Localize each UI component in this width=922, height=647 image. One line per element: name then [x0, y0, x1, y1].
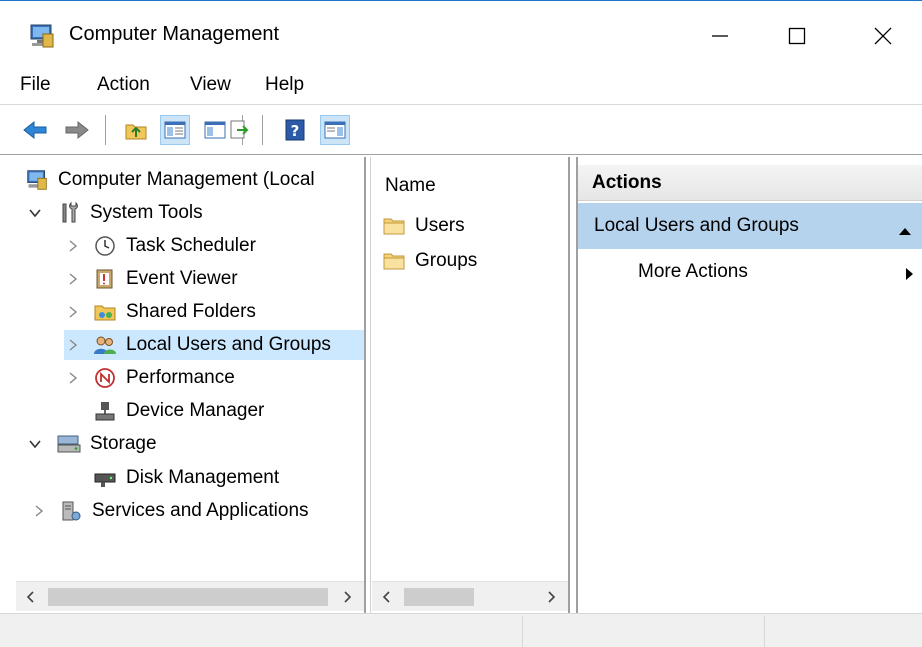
- tree-item-label: Computer Management (Local: [58, 169, 315, 190]
- menu-help[interactable]: Help: [265, 74, 304, 96]
- tree-root[interactable]: Computer Management (Local: [24, 165, 315, 195]
- minimize-button[interactable]: [697, 13, 743, 59]
- tree-item-label: Performance: [126, 367, 235, 388]
- up-folder-icon[interactable]: [121, 115, 151, 145]
- scroll-left-icon[interactable]: [372, 582, 400, 612]
- tree-item-performance[interactable]: Performance: [64, 363, 235, 393]
- scroll-thumb[interactable]: [404, 588, 474, 606]
- list-item-users[interactable]: Users: [383, 212, 465, 240]
- tree-horizontal-scrollbar[interactable]: [16, 581, 364, 611]
- tree-item-label: Shared Folders: [126, 301, 256, 322]
- tree-item-label: Event Viewer: [126, 268, 238, 289]
- folder-icon: [383, 251, 405, 271]
- users-icon: [92, 333, 118, 357]
- chevron-right-icon[interactable]: [64, 336, 82, 354]
- scroll-thumb[interactable]: [48, 588, 328, 606]
- collapse-triangle-icon[interactable]: [898, 220, 912, 242]
- result-list-pane[interactable]: Name Users Groups: [370, 157, 570, 613]
- chevron-right-icon[interactable]: [64, 270, 82, 288]
- tree-item-label: Device Manager: [126, 400, 265, 421]
- tree-item-label: Local Users and Groups: [126, 334, 331, 355]
- tree-item-label: Task Scheduler: [126, 235, 256, 256]
- show-hide-action-pane-icon[interactable]: [320, 115, 350, 145]
- tree-item-label: Storage: [90, 433, 157, 454]
- toolbar: ?: [0, 105, 922, 155]
- submenu-arrow-icon[interactable]: [904, 265, 914, 287]
- list-item-label: Groups: [415, 250, 478, 271]
- storage-icon: [56, 432, 82, 456]
- maximize-button[interactable]: [774, 13, 820, 59]
- performance-gauge-icon: [92, 366, 118, 390]
- computer-management-icon: [24, 168, 50, 192]
- tree-item-label: System Tools: [90, 202, 203, 223]
- list-item-label: Users: [415, 215, 465, 236]
- tree-item-device-manager[interactable]: Device Manager: [92, 396, 264, 426]
- toolbar-separator: [262, 115, 263, 145]
- actions-pane: Actions Local Users and Groups More Acti…: [576, 157, 922, 613]
- actions-header: Actions: [578, 165, 922, 201]
- shared-folder-icon: [92, 300, 118, 324]
- forward-arrow-icon[interactable]: [62, 115, 92, 145]
- title-bar[interactable]: Computer Management: [0, 1, 922, 67]
- actions-section-local-users-and-groups[interactable]: Local Users and Groups: [578, 203, 922, 249]
- chevron-right-icon[interactable]: [30, 502, 48, 520]
- console-tree-pane[interactable]: Computer Management (Local System Tools: [16, 157, 366, 613]
- chevron-down-icon[interactable]: [26, 435, 44, 453]
- svg-text:?: ?: [291, 122, 300, 140]
- folder-icon: [383, 216, 405, 236]
- services-icon: [58, 499, 84, 523]
- main-panes: Computer Management (Local System Tools: [0, 157, 922, 613]
- tree-item-services-and-applications[interactable]: Services and Applications: [30, 496, 309, 526]
- show-hide-console-tree-icon[interactable]: [160, 115, 190, 145]
- window-title: Computer Management: [69, 23, 280, 45]
- help-icon[interactable]: ?: [280, 115, 310, 145]
- tree-item-event-viewer[interactable]: Event Viewer: [64, 264, 238, 294]
- disk-management-icon: [92, 466, 118, 490]
- menu-view[interactable]: View: [190, 74, 231, 96]
- scroll-left-icon[interactable]: [16, 582, 44, 612]
- computer-management-window: Computer Management File Action View Hel…: [0, 0, 922, 647]
- tree-item-task-scheduler[interactable]: Task Scheduler: [64, 231, 256, 261]
- menu-bar: File Action View Help: [0, 67, 922, 105]
- device-manager-icon: [92, 399, 118, 423]
- chevron-right-icon[interactable]: [64, 237, 82, 255]
- status-divider: [522, 616, 523, 647]
- tree-item-system-tools[interactable]: System Tools: [26, 198, 203, 228]
- clock-icon: [92, 234, 118, 258]
- status-divider: [764, 616, 765, 647]
- tree-item-shared-folders[interactable]: Shared Folders: [64, 297, 256, 327]
- tree-item-disk-management[interactable]: Disk Management: [92, 463, 279, 493]
- column-header-name[interactable]: Name: [385, 175, 436, 197]
- chevron-down-icon[interactable]: [26, 204, 44, 222]
- tools-icon: [56, 201, 82, 225]
- close-button[interactable]: [860, 13, 906, 59]
- toolbar-separator: [105, 115, 106, 145]
- list-item-groups[interactable]: Groups: [383, 247, 477, 275]
- back-arrow-icon[interactable]: [20, 115, 50, 145]
- scroll-right-icon[interactable]: [334, 582, 362, 612]
- menu-action[interactable]: Action: [97, 74, 150, 96]
- menu-file[interactable]: File: [20, 74, 51, 96]
- tree-item-local-users-and-groups[interactable]: Local Users and Groups: [64, 330, 364, 360]
- chevron-right-icon[interactable]: [64, 303, 82, 321]
- event-log-icon: [92, 267, 118, 291]
- computer-management-icon: [28, 23, 56, 49]
- tree-item-storage[interactable]: Storage: [26, 429, 157, 459]
- list-horizontal-scrollbar[interactable]: [372, 581, 568, 611]
- scroll-right-icon[interactable]: [538, 582, 566, 612]
- tree-item-label: Disk Management: [126, 467, 280, 488]
- action-more-actions[interactable]: More Actions: [638, 261, 748, 283]
- export-list-icon[interactable]: [224, 115, 254, 145]
- tree-item-label: Services and Applications: [92, 500, 309, 521]
- status-bar: [0, 613, 922, 647]
- actions-section-label: Local Users and Groups: [594, 215, 799, 236]
- chevron-right-icon[interactable]: [64, 369, 82, 387]
